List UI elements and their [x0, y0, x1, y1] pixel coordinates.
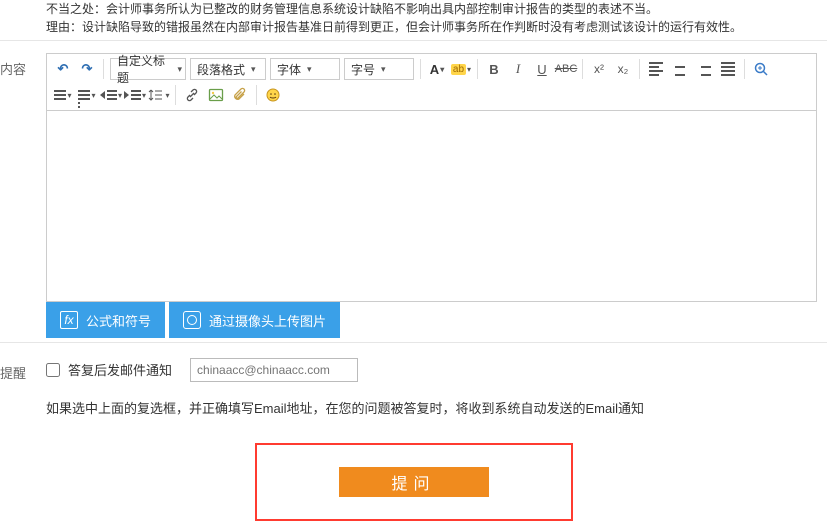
formula-icon: fx	[60, 311, 78, 329]
link-button[interactable]	[181, 84, 203, 106]
line-height-button[interactable]: ▾	[148, 84, 170, 106]
font-size-select[interactable]: 字号▾	[344, 58, 414, 80]
ordered-list-button[interactable]: ▾	[52, 84, 74, 106]
context-line-1: 不当之处：会计师事务所认为已整改的财务管理信息系统设计缺陷不影响出具内部控制审计…	[46, 0, 817, 18]
context-text: 不当之处：会计师事务所认为已整改的财务管理信息系统设计缺陷不影响出具内部控制审计…	[0, 0, 827, 40]
font-family-select[interactable]: 字体▾	[270, 58, 340, 80]
email-hint: 如果选中上面的复选框，并正确填写Email地址，在您的问题被答复时，将收到系统自…	[0, 388, 827, 437]
zoom-button[interactable]	[750, 58, 772, 80]
editor-toolbar: ↶ ↷ 自定义标题▾ 段落格式▾ 字体▾ 字号▾ A▾ ab▾ B I U AB…	[47, 54, 816, 111]
content-row: 内容 ↶ ↷ 自定义标题▾ 段落格式▾ 字体▾ 字号▾ A▾ ab▾ B	[0, 40, 827, 342]
superscript-button[interactable]: x²	[588, 58, 610, 80]
font-color-button[interactable]: A▾	[426, 58, 448, 80]
outdent-button[interactable]: ▾	[100, 84, 122, 106]
camera-icon	[183, 311, 201, 329]
subscript-button[interactable]: x₂	[612, 58, 634, 80]
formula-button[interactable]: fx 公式和符号	[46, 302, 165, 338]
context-line-2: 理由：设计缺陷导致的错报虽然在内部审计报告基准日前得到更正，但会计师事务所在作判…	[46, 18, 817, 36]
underline-button[interactable]: U	[531, 58, 553, 80]
align-center-button[interactable]	[669, 58, 691, 80]
indent-button[interactable]: ▾	[124, 84, 146, 106]
attachment-button[interactable]	[229, 84, 251, 106]
redo-button[interactable]: ↷	[76, 58, 98, 80]
emoji-button[interactable]	[262, 84, 284, 106]
strikethrough-button[interactable]: ABC	[555, 58, 577, 80]
camera-upload-button[interactable]: 通过摄像头上传图片	[169, 302, 340, 338]
bold-button[interactable]: B	[483, 58, 505, 80]
custom-title-select[interactable]: 自定义标题▾	[110, 58, 186, 80]
editor-textarea[interactable]	[47, 111, 816, 301]
align-justify-button[interactable]	[717, 58, 739, 80]
submit-highlight-box: 提问	[255, 443, 573, 521]
unordered-list-button[interactable]: ▾	[76, 84, 98, 106]
undo-button[interactable]: ↶	[52, 58, 74, 80]
email-input[interactable]	[190, 358, 358, 382]
highlight-button[interactable]: ab▾	[450, 58, 472, 80]
reply-notify-checkbox[interactable]	[46, 363, 60, 377]
paragraph-format-select[interactable]: 段落格式▾	[190, 58, 266, 80]
align-left-button[interactable]	[645, 58, 667, 80]
rich-text-editor: ↶ ↷ 自定义标题▾ 段落格式▾ 字体▾ 字号▾ A▾ ab▾ B I U AB…	[46, 53, 817, 302]
remind-row: 提醒 答复后发邮件通知	[0, 342, 827, 388]
submit-button[interactable]: 提问	[339, 467, 489, 497]
italic-button[interactable]: I	[507, 58, 529, 80]
align-right-button[interactable]	[693, 58, 715, 80]
reply-notify-label: 答复后发邮件通知	[68, 360, 172, 379]
image-button[interactable]	[205, 84, 227, 106]
remind-label: 提醒	[0, 357, 46, 382]
content-label: 内容	[0, 53, 46, 78]
